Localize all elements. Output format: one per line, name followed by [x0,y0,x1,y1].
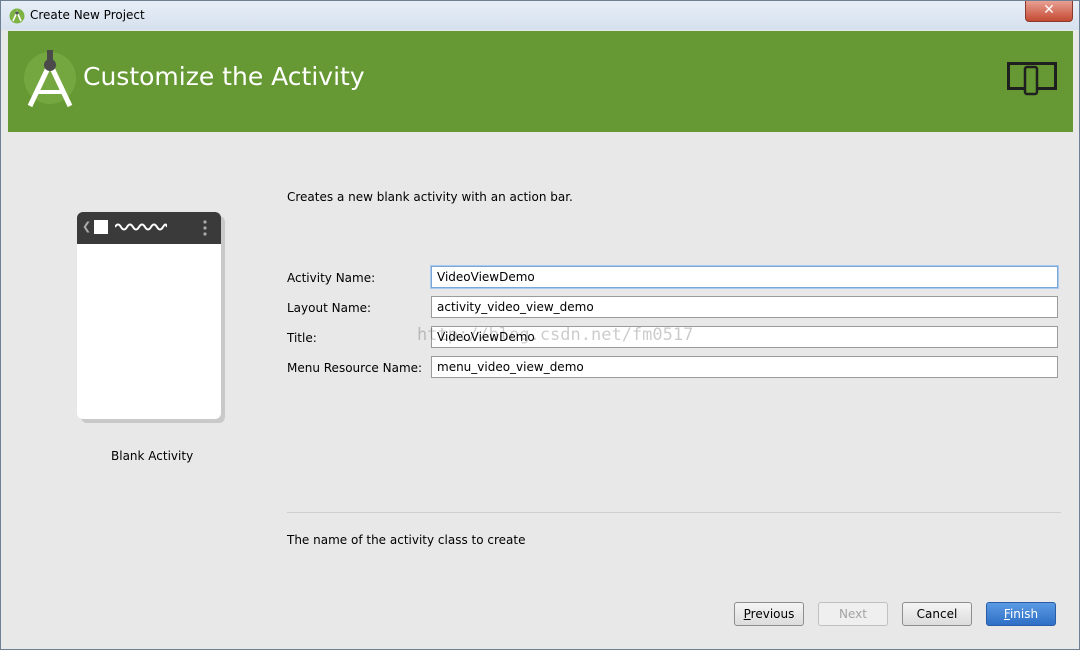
menu-resource-name-row: Menu Resource Name: [287,356,1062,380]
layout-name-label: Layout Name: [287,301,372,315]
preview-action-bar: ❮ [77,212,221,244]
template-description: Creates a new blank activity with an act… [287,190,573,204]
activity-name-row: Activity Name: [287,266,1062,290]
overflow-menu-icon [203,220,207,236]
title-squiggle-icon [115,223,167,231]
previous-mnemonic: P [743,607,751,621]
menu-resource-name-input[interactable] [431,356,1058,378]
title-row: Title: [287,326,1062,350]
header-banner: Customize the Activity [8,31,1073,132]
content-area: ❮ Blank Activity Creates a new blank act… [8,132,1073,644]
field-hint: The name of the activity class to create [287,533,526,547]
title-bar[interactable]: Create New Project ✕ [1,1,1079,30]
activity-name-input[interactable] [431,266,1058,288]
android-studio-small-icon [9,8,25,24]
template-name: Blank Activity [111,449,194,463]
finish-button[interactable]: Finish [986,602,1056,626]
layout-name-input[interactable] [431,296,1058,318]
devices-icon [1007,62,1057,96]
title-label: Title: [287,331,317,345]
previous-button[interactable]: Previous [734,602,804,626]
page-heading: Customize the Activity [83,62,365,91]
window-title: Create New Project [30,8,145,22]
title-input[interactable] [431,326,1058,348]
next-button[interactable]: Next [818,602,888,626]
app-icon-placeholder [94,220,108,234]
previous-label: revious [750,607,795,621]
activity-preview: ❮ [77,212,221,419]
close-button[interactable]: ✕ [1025,1,1073,22]
layout-name-row: Layout Name: [287,296,1062,320]
menu-resource-name-label: Menu Resource Name: [287,361,423,375]
back-chevron-icon: ❮ [82,220,92,233]
cancel-button[interactable]: Cancel [902,602,972,626]
finish-label: inish [1009,607,1039,621]
divider [287,512,1061,513]
android-studio-icon [24,50,76,108]
dialog-window: Create New Project ✕ Customize the Activ… [0,0,1080,650]
activity-name-label: Activity Name: [287,271,376,285]
